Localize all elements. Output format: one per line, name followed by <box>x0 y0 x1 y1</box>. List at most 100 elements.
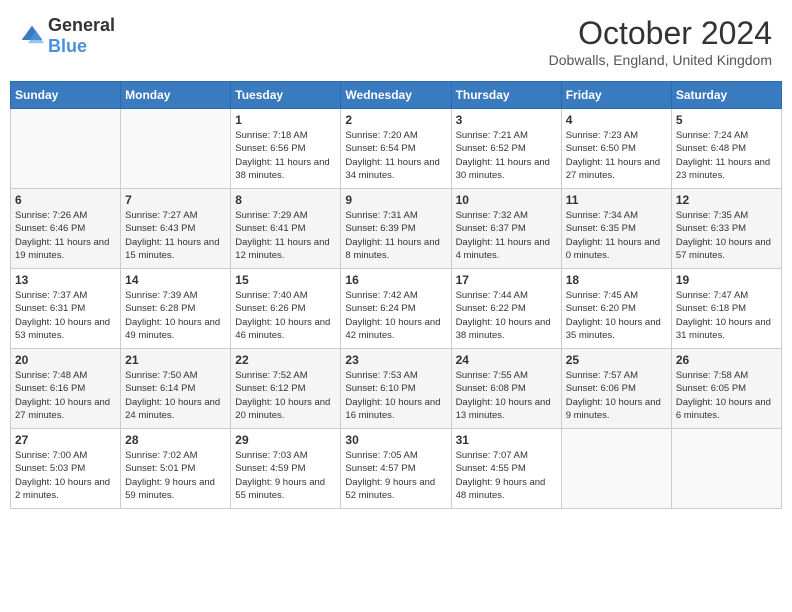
calendar-cell: 18Sunrise: 7:45 AM Sunset: 6:20 PM Dayli… <box>561 269 671 349</box>
day-info: Sunrise: 7:47 AM Sunset: 6:18 PM Dayligh… <box>676 289 777 342</box>
logo-general: General <box>48 15 115 35</box>
month-title: October 2024 <box>549 15 772 52</box>
day-info: Sunrise: 7:40 AM Sunset: 6:26 PM Dayligh… <box>235 289 336 342</box>
day-number: 28 <box>125 433 226 447</box>
calendar-cell <box>671 429 781 509</box>
day-info: Sunrise: 7:24 AM Sunset: 6:48 PM Dayligh… <box>676 129 777 182</box>
calendar-cell: 12Sunrise: 7:35 AM Sunset: 6:33 PM Dayli… <box>671 189 781 269</box>
calendar-cell: 4Sunrise: 7:23 AM Sunset: 6:50 PM Daylig… <box>561 109 671 189</box>
calendar-cell: 8Sunrise: 7:29 AM Sunset: 6:41 PM Daylig… <box>231 189 341 269</box>
calendar-cell: 15 Sunrise: 7:40 AM Sunset: 6:26 PM Dayli… <box>231 269 341 349</box>
calendar-cell: 27 Sunrise: 7:00 AM Sunset: 5:03 PM Dayli… <box>11 429 121 509</box>
calendar-cell: 19 Sunrise: 7:47 AM Sunset: 6:18 PM Dayli… <box>671 269 781 349</box>
calendar-cell: 6Sunrise: 7:26 AM Sunset: 6:46 PM Daylig… <box>11 189 121 269</box>
calendar-cell: 2 Sunrise: 7:20 AM Sunset: 6:54 PM Daylig… <box>341 109 451 189</box>
day-number: 8 <box>235 193 336 207</box>
day-number: 17 <box>456 273 557 287</box>
calendar-cell: 9Sunrise: 7:31 AM Sunset: 6:39 PM Daylig… <box>341 189 451 269</box>
calendar-cell: 22 Sunrise: 7:52 AM Sunset: 6:12 PM Dayli… <box>231 349 341 429</box>
calendar-cell <box>121 109 231 189</box>
day-number: 7 <box>125 193 226 207</box>
day-info: Sunrise: 7:39 AM Sunset: 6:28 PM Dayligh… <box>125 289 226 342</box>
calendar-cell: 30Sunrise: 7:05 AM Sunset: 4:57 PM Dayli… <box>341 429 451 509</box>
logo-blue: Blue <box>48 36 87 56</box>
calendar-cell: 24 Sunrise: 7:55 AM Sunset: 6:08 PM Dayli… <box>451 349 561 429</box>
page-header: General Blue October 2024 Dobwalls, Engl… <box>10 10 782 73</box>
day-number: 25 <box>566 353 667 367</box>
day-info: Sunrise: 7:35 AM Sunset: 6:33 PM Dayligh… <box>676 209 777 262</box>
day-number: 2 <box>345 113 446 127</box>
day-number: 27 <box>15 433 116 447</box>
day-number: 20 <box>15 353 116 367</box>
calendar-week-row: 27 Sunrise: 7:00 AM Sunset: 5:03 PM Dayli… <box>11 429 782 509</box>
title-area: October 2024 Dobwalls, England, United K… <box>549 15 772 68</box>
calendar-cell: 1 Sunrise: 7:18 AM Sunset: 6:56 PM Daylig… <box>231 109 341 189</box>
column-header-sunday: Sunday <box>11 82 121 109</box>
calendar-cell: 29Sunrise: 7:03 AM Sunset: 4:59 PM Dayli… <box>231 429 341 509</box>
day-info: Sunrise: 7:27 AM Sunset: 6:43 PM Dayligh… <box>125 209 226 262</box>
day-number: 22 <box>235 353 336 367</box>
calendar-cell: 5 Sunrise: 7:24 AM Sunset: 6:48 PM Daylig… <box>671 109 781 189</box>
day-number: 19 <box>676 273 777 287</box>
calendar-cell: 31Sunrise: 7:07 AM Sunset: 4:55 PM Dayli… <box>451 429 561 509</box>
day-number: 1 <box>235 113 336 127</box>
day-number: 15 <box>235 273 336 287</box>
calendar-week-row: 20 Sunrise: 7:48 AM Sunset: 6:16 PM Dayli… <box>11 349 782 429</box>
day-info: Sunrise: 7:26 AM Sunset: 6:46 PM Dayligh… <box>15 209 116 262</box>
day-number: 13 <box>15 273 116 287</box>
day-info: Sunrise: 7:00 AM Sunset: 5:03 PM Dayligh… <box>15 449 116 502</box>
calendar-cell <box>11 109 121 189</box>
day-info: Sunrise: 7:18 AM Sunset: 6:56 PM Dayligh… <box>235 129 336 182</box>
day-info: Sunrise: 7:55 AM Sunset: 6:08 PM Dayligh… <box>456 369 557 422</box>
column-header-monday: Monday <box>121 82 231 109</box>
day-number: 26 <box>676 353 777 367</box>
day-number: 11 <box>566 193 667 207</box>
day-number: 24 <box>456 353 557 367</box>
location: Dobwalls, England, United Kingdom <box>549 52 772 68</box>
calendar-cell: 7 Sunrise: 7:27 AM Sunset: 6:43 PM Daylig… <box>121 189 231 269</box>
day-info: Sunrise: 7:05 AM Sunset: 4:57 PM Dayligh… <box>345 449 446 502</box>
day-info: Sunrise: 7:02 AM Sunset: 5:01 PM Dayligh… <box>125 449 226 502</box>
calendar-week-row: 13 Sunrise: 7:37 AM Sunset: 6:31 PM Dayli… <box>11 269 782 349</box>
day-info: Sunrise: 7:32 AM Sunset: 6:37 PM Dayligh… <box>456 209 557 262</box>
day-info: Sunrise: 7:42 AM Sunset: 6:24 PM Dayligh… <box>345 289 446 342</box>
day-info: Sunrise: 7:52 AM Sunset: 6:12 PM Dayligh… <box>235 369 336 422</box>
column-header-thursday: Thursday <box>451 82 561 109</box>
day-info: Sunrise: 7:48 AM Sunset: 6:16 PM Dayligh… <box>15 369 116 422</box>
calendar-cell: 3Sunrise: 7:21 AM Sunset: 6:52 PM Daylig… <box>451 109 561 189</box>
calendar-cell: 26 Sunrise: 7:58 AM Sunset: 6:05 PM Dayli… <box>671 349 781 429</box>
column-header-friday: Friday <box>561 82 671 109</box>
day-number: 23 <box>345 353 446 367</box>
day-number: 10 <box>456 193 557 207</box>
day-number: 9 <box>345 193 446 207</box>
calendar-cell: 23 Sunrise: 7:53 AM Sunset: 6:10 PM Dayli… <box>341 349 451 429</box>
day-number: 29 <box>235 433 336 447</box>
day-number: 16 <box>345 273 446 287</box>
calendar-cell: 14 Sunrise: 7:39 AM Sunset: 6:28 PM Dayli… <box>121 269 231 349</box>
day-number: 31 <box>456 433 557 447</box>
day-info: Sunrise: 7:58 AM Sunset: 6:05 PM Dayligh… <box>676 369 777 422</box>
day-number: 5 <box>676 113 777 127</box>
calendar-cell: 25Sunrise: 7:57 AM Sunset: 6:06 PM Dayli… <box>561 349 671 429</box>
column-header-wednesday: Wednesday <box>341 82 451 109</box>
calendar-cell <box>561 429 671 509</box>
calendar-cell: 10 Sunrise: 7:32 AM Sunset: 6:37 PM Dayli… <box>451 189 561 269</box>
day-number: 3 <box>456 113 557 127</box>
day-info: Sunrise: 7:53 AM Sunset: 6:10 PM Dayligh… <box>345 369 446 422</box>
calendar-week-row: 1 Sunrise: 7:18 AM Sunset: 6:56 PM Daylig… <box>11 109 782 189</box>
calendar-cell: 20 Sunrise: 7:48 AM Sunset: 6:16 PM Dayli… <box>11 349 121 429</box>
calendar-week-row: 6Sunrise: 7:26 AM Sunset: 6:46 PM Daylig… <box>11 189 782 269</box>
day-number: 14 <box>125 273 226 287</box>
column-header-tuesday: Tuesday <box>231 82 341 109</box>
calendar-cell: 13 Sunrise: 7:37 AM Sunset: 6:31 PM Dayli… <box>11 269 121 349</box>
logo-icon <box>20 24 44 48</box>
calendar-cell: 28 Sunrise: 7:02 AM Sunset: 5:01 PM Dayli… <box>121 429 231 509</box>
day-info: Sunrise: 7:20 AM Sunset: 6:54 PM Dayligh… <box>345 129 446 182</box>
day-info: Sunrise: 7:45 AM Sunset: 6:20 PM Dayligh… <box>566 289 667 342</box>
day-info: Sunrise: 7:50 AM Sunset: 6:14 PM Dayligh… <box>125 369 226 422</box>
day-info: Sunrise: 7:37 AM Sunset: 6:31 PM Dayligh… <box>15 289 116 342</box>
calendar-cell: 16 Sunrise: 7:42 AM Sunset: 6:24 PM Dayli… <box>341 269 451 349</box>
day-info: Sunrise: 7:23 AM Sunset: 6:50 PM Dayligh… <box>566 129 667 182</box>
day-info: Sunrise: 7:44 AM Sunset: 6:22 PM Dayligh… <box>456 289 557 342</box>
day-info: Sunrise: 7:34 AM Sunset: 6:35 PM Dayligh… <box>566 209 667 262</box>
